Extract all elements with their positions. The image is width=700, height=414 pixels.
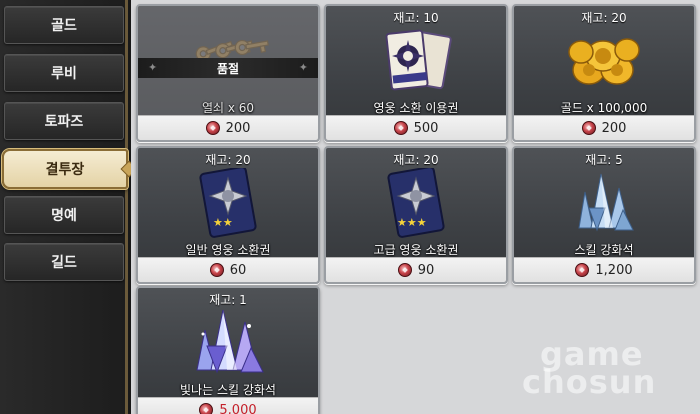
- item-stock: 재고: 5: [585, 153, 623, 167]
- tab-ruby[interactable]: 루비: [4, 54, 124, 92]
- shop-item-gold[interactable]: 재고: 20 골드 x 100,000 200: [512, 4, 696, 142]
- item-name: 영웅 소환 이용권: [373, 101, 459, 115]
- shop-item-summon-tickets[interactable]: 재고: 10 영웅 소환 이용권 500: [324, 4, 508, 142]
- price-value: 200: [601, 120, 627, 136]
- price-value: 90: [417, 262, 435, 278]
- duel-medal-icon: [199, 403, 214, 414]
- shop-item-advanced-summon[interactable]: 재고: 20 ★★★ 고급 영웅 소환권 90: [324, 146, 508, 284]
- item-price: 200: [138, 115, 318, 140]
- shop-item-normal-summon[interactable]: 재고: 20 ★★ 일반 영웅 소환권 60: [136, 146, 320, 284]
- shop-item-keys[interactable]: ✦ 품절 ✦ 열쇠 x 60 200: [136, 4, 320, 142]
- tab-honor[interactable]: 명예: [4, 196, 124, 234]
- item-name: 스킬 강화석: [574, 243, 634, 257]
- shop-category-sidebar: 골드 루비 토파즈 결투장 명예 길드: [0, 0, 128, 414]
- duel-medal-icon: [397, 263, 412, 277]
- shop-item-skill-crystal[interactable]: 재고: 5 스킬 강화석 1,200: [512, 146, 696, 284]
- item-name: 고급 영웅 소환권: [373, 243, 459, 257]
- watermark-line2: chosun: [522, 363, 657, 401]
- shining-crystal-icon: [183, 308, 273, 378]
- item-price: 90: [326, 257, 506, 282]
- duel-medal-icon: [575, 263, 590, 277]
- band-ornament-left: ✦: [148, 61, 158, 74]
- item-name: 열쇠 x 60: [201, 101, 255, 115]
- item-name: 빛나는 스킬 강화석: [180, 383, 276, 397]
- shop-item-grid: ✦ 품절 ✦ 열쇠 x 60 200 재고: 10 영웅 소환 이용권 500 …: [131, 0, 700, 414]
- summon-card-3star-icon: ★★★: [371, 168, 461, 238]
- price-value: 1,200: [595, 262, 633, 278]
- tab-topaz[interactable]: 토파즈: [4, 102, 124, 140]
- soldout-banner: ✦ 품절 ✦: [138, 58, 318, 78]
- summon-card-2star-icon: ★★: [183, 168, 273, 238]
- item-stock: 재고: 1: [209, 293, 247, 307]
- shop-item-shining-crystal[interactable]: 재고: 1 빛나는 스킬 강화석 5,000: [136, 286, 320, 414]
- summon-tickets-icon: [371, 26, 461, 96]
- item-stock: 재고: 20: [393, 153, 439, 167]
- skill-crystal-icon: [559, 168, 649, 238]
- svg-text:★★: ★★: [213, 216, 233, 229]
- price-value: 5,000: [219, 402, 257, 414]
- duel-medal-icon: [209, 263, 224, 277]
- price-value: 60: [229, 262, 247, 278]
- soldout-label: 품절: [216, 61, 240, 76]
- duel-medal-icon: [205, 121, 220, 135]
- price-value: 200: [225, 120, 251, 136]
- item-stock: 재고: 10: [393, 11, 439, 25]
- svg-text:★★★: ★★★: [397, 216, 427, 229]
- tab-gold[interactable]: 골드: [4, 6, 124, 44]
- item-price: 5,000: [138, 397, 318, 414]
- watermark: game chosun: [522, 338, 692, 406]
- item-stock: 재고: 20: [205, 153, 251, 167]
- tab-arena[interactable]: 결투장: [2, 149, 128, 189]
- item-price: 60: [138, 257, 318, 282]
- item-name: 일반 영웅 소환권: [185, 243, 271, 257]
- tab-guild[interactable]: 길드: [4, 243, 124, 281]
- item-stock: 재고: 20: [581, 11, 627, 25]
- item-price: 500: [326, 115, 506, 140]
- item-name: 골드 x 100,000: [560, 101, 648, 115]
- duel-medal-icon: [393, 121, 408, 135]
- item-price: 1,200: [514, 257, 694, 282]
- duel-medal-icon: [581, 121, 596, 135]
- item-price: 200: [514, 115, 694, 140]
- gold-coins-icon: [559, 26, 649, 96]
- band-ornament-right: ✦: [298, 61, 308, 74]
- price-value: 500: [413, 120, 439, 136]
